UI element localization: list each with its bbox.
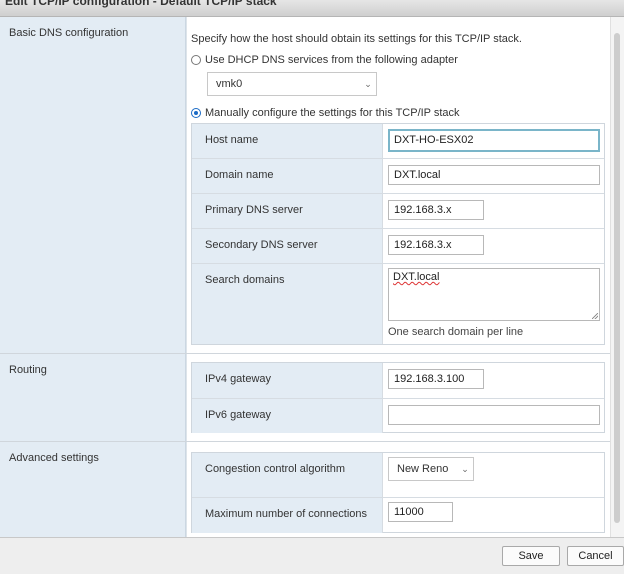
- dhcp-radio-button[interactable]: [191, 55, 201, 65]
- resize-handle-icon[interactable]: [592, 313, 598, 319]
- section-advanced-label: Advanced settings: [9, 452, 99, 464]
- routing-table: IPv4 gateway 192.168.3.100 IPv6 gateway: [191, 362, 605, 433]
- vertical-scrollbar[interactable]: [610, 17, 624, 537]
- ipv4-gateway-label: IPv4 gateway: [205, 373, 272, 385]
- manual-option-radio-row[interactable]: Manually configure the settings for this…: [191, 107, 460, 119]
- secondary-dns-label: Secondary DNS server: [205, 239, 318, 251]
- dns-settings-table: Host name DXT-HO-ESX02 Domain name DXT.l…: [191, 123, 605, 345]
- dhcp-option-radio-row[interactable]: Use DHCP DNS services from the following…: [191, 54, 458, 66]
- congestion-select[interactable]: New Reno ⌄: [388, 457, 474, 481]
- dns-description: Specify how the host should obtain its s…: [191, 33, 522, 45]
- host-name-label: Host name: [205, 134, 259, 146]
- secondary-dns-input[interactable]: 192.168.3.x: [388, 235, 484, 255]
- search-domains-textarea[interactable]: DXT.local: [388, 268, 600, 321]
- section-routing-label: Routing: [9, 364, 47, 376]
- section-advanced: Advanced settings: [0, 442, 186, 537]
- max-connections-label: Maximum number of connections: [205, 508, 368, 520]
- congestion-select-value: New Reno: [397, 463, 449, 475]
- max-connections-row: Maximum number of connections 11000: [192, 498, 604, 533]
- max-connections-input[interactable]: 11000: [388, 502, 453, 522]
- host-name-input[interactable]: DXT-HO-ESX02: [388, 129, 600, 152]
- scrollbar-thumb[interactable]: [614, 33, 620, 523]
- ipv4-gateway-row: IPv4 gateway 192.168.3.100: [192, 363, 604, 399]
- chevron-down-icon: ⌄: [461, 463, 469, 474]
- domain-name-input[interactable]: DXT.local: [388, 165, 600, 185]
- adapter-select-value: vmk0: [216, 78, 243, 90]
- primary-dns-row: Primary DNS server 192.168.3.x: [192, 194, 604, 229]
- cancel-button[interactable]: Cancel: [567, 546, 624, 566]
- section-routing: Routing: [0, 354, 186, 441]
- primary-dns-input[interactable]: 192.168.3.x: [388, 200, 484, 220]
- dialog-content: Basic DNS configuration Specify how the …: [0, 17, 610, 537]
- save-button[interactable]: Save: [502, 546, 560, 566]
- host-name-row: Host name DXT-HO-ESX02: [192, 124, 604, 159]
- primary-dns-label: Primary DNS server: [205, 204, 303, 216]
- dialog-title: Edit TCP/IP configuration - Default TCP/…: [5, 0, 277, 8]
- congestion-label: Congestion control algorithm: [205, 463, 346, 475]
- adapter-select[interactable]: vmk0 ⌄: [207, 72, 377, 96]
- advanced-table: Congestion control algorithm New Reno ⌄ …: [191, 452, 605, 533]
- ipv6-gateway-row: IPv6 gateway: [192, 399, 604, 433]
- search-domains-hint: One search domain per line: [388, 326, 524, 338]
- manual-option-label: Manually configure the settings for this…: [205, 107, 460, 119]
- search-domains-row: Search domains DXT.local One search doma…: [192, 264, 604, 344]
- search-domains-value: DXT.local: [393, 271, 440, 283]
- ipv6-gateway-label: IPv6 gateway: [205, 409, 272, 421]
- chevron-down-icon: ⌄: [364, 78, 372, 89]
- section-basic-dns: Basic DNS configuration: [0, 17, 186, 353]
- domain-name-label: Domain name: [205, 169, 274, 181]
- section-basic-dns-label: Basic DNS configuration: [9, 27, 129, 39]
- manual-radio-button[interactable]: [191, 108, 201, 118]
- search-domains-label: Search domains: [205, 274, 285, 286]
- secondary-dns-row: Secondary DNS server 192.168.3.x: [192, 229, 604, 264]
- congestion-row: Congestion control algorithm New Reno ⌄: [192, 453, 604, 498]
- domain-name-row: Domain name DXT.local: [192, 159, 604, 194]
- dialog-titlebar: Edit TCP/IP configuration - Default TCP/…: [0, 0, 624, 17]
- ipv6-gateway-input[interactable]: [388, 405, 600, 425]
- ipv4-gateway-input[interactable]: 192.168.3.100: [388, 369, 484, 389]
- dialog-footer: Save Cancel: [0, 537, 624, 574]
- dhcp-option-label: Use DHCP DNS services from the following…: [205, 54, 458, 66]
